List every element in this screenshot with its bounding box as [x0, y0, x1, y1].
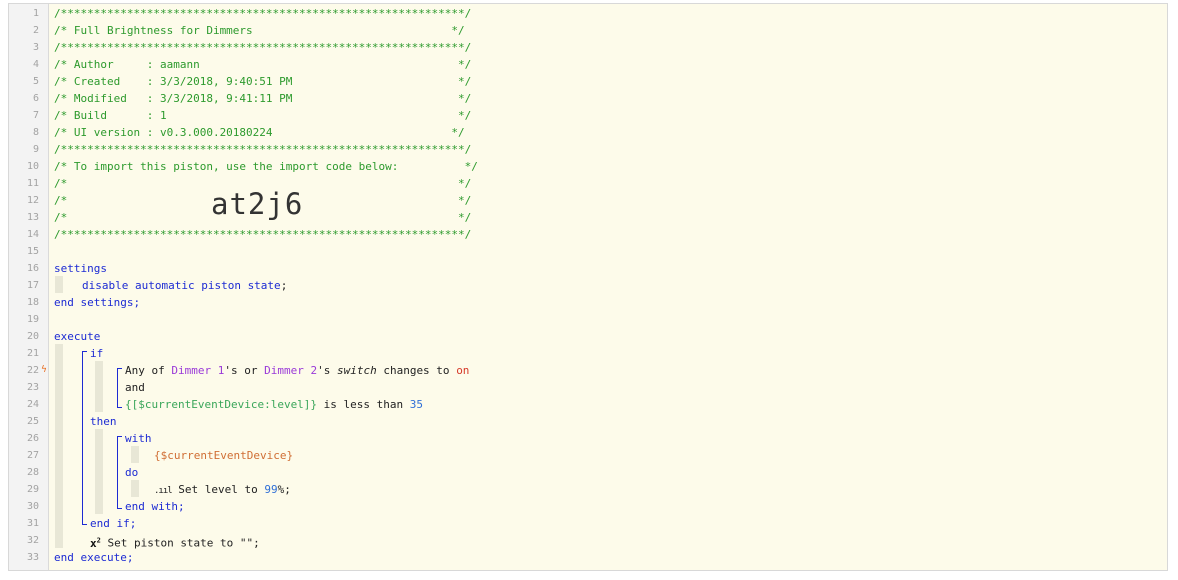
line-number: 31: [26, 518, 39, 529]
and-operator[interactable]: and: [125, 379, 145, 396]
disable-state-keyword: disable automatic piston state: [82, 279, 281, 292]
if-block-bracket: [82, 351, 83, 525]
if-block-bracket-top: [82, 351, 87, 352]
attribute-switch: switch: [336, 364, 377, 377]
if-keyword[interactable]: if: [90, 345, 103, 362]
header-title: /* Full Brightness for Dimmers */: [54, 24, 465, 37]
line-number: 12: [26, 195, 39, 206]
condition-switch-changes[interactable]: Any of Dimmer 1's or Dimmer 2's switch c…: [125, 362, 469, 379]
indent-guide-do: [131, 480, 139, 497]
if-block-bracket-bottom: [82, 524, 87, 525]
x2-icon-base: x: [90, 536, 97, 550]
header-import-instructions: /* To import this piston, use the import…: [54, 160, 478, 173]
line-number: 26: [26, 433, 39, 444]
header-build: /* Build : 1 */: [54, 109, 472, 122]
line-number: 4: [32, 59, 39, 70]
header-border-top: /***************************************…: [54, 7, 472, 20]
line-number: 27: [26, 450, 39, 461]
end-settings-keyword[interactable]: end settings;: [54, 294, 140, 311]
with-block-bracket-bottom: [117, 508, 122, 509]
indent-guide-settings: [55, 276, 63, 293]
condition-text-s: 's: [317, 364, 337, 377]
condition-text-changes-to: changes to: [376, 364, 457, 377]
line-number: 19: [26, 314, 39, 325]
header-border-3: /***************************************…: [54, 143, 472, 156]
then-keyword[interactable]: then: [90, 413, 117, 430]
condition-level-less-than[interactable]: {[$currentEventDevice:level]} is less th…: [125, 396, 423, 413]
condition-bracket-top: [117, 368, 122, 369]
code-editor: 1 2 3 4 5 6 7 8 9 10 11 12 13 14 15 16 17 18 19 20 21 22 23 24 2…: [8, 3, 1168, 571]
header-modified: /* Modified : 3/3/2018, 9:41:11 PM */: [54, 92, 472, 105]
set-level-statement[interactable]: .ııl Set level to 99%;: [154, 481, 291, 498]
value-99: 99: [264, 483, 278, 496]
set-piston-state-statement[interactable]: x2 Set piston state to "";: [90, 532, 260, 550]
condition-text-less-than: is less than: [317, 398, 410, 411]
line-number: 28: [26, 467, 39, 478]
header-ui-version: /* UI version : v0.3.000.20180224 */: [54, 126, 465, 139]
line-number: 23: [26, 382, 39, 393]
condition-text-any-of: Any of: [125, 364, 172, 377]
settings-disable-statement[interactable]: disable automatic piston state;: [82, 277, 287, 294]
line-number: 16: [26, 263, 39, 274]
line-number: 33: [26, 552, 39, 563]
line-number: 24: [26, 399, 39, 410]
set-piston-state-text: Set piston state to "";: [100, 536, 260, 550]
line-number: 8: [32, 127, 39, 138]
line-number: 13: [26, 212, 39, 223]
line-number: 25: [26, 416, 39, 427]
line-number: 21: [26, 348, 39, 359]
import-code[interactable]: at2j6: [211, 186, 303, 222]
with-device-expression[interactable]: {$currentEventDevice}: [154, 447, 293, 464]
line-number: 22: [26, 365, 39, 376]
line-number: 17: [26, 280, 39, 291]
with-keyword[interactable]: with: [125, 430, 152, 447]
device-dimmer-1: Dimmer 1: [171, 364, 225, 377]
line-number: 1: [32, 8, 39, 19]
line-number: 30: [26, 501, 39, 512]
header-border-2: /***************************************…: [54, 41, 472, 54]
line-number: 10: [26, 161, 39, 172]
with-block-bracket-top: [117, 436, 122, 437]
trigger-bolt-icon: ϟ: [41, 365, 47, 375]
percent-semicolon: %;: [277, 483, 291, 496]
set-level-text: Set level to: [171, 483, 265, 496]
line-number: 5: [32, 76, 39, 87]
header-author: /* Author : aamann */: [54, 58, 472, 71]
line-number: 3: [32, 42, 39, 53]
line-number: 18: [26, 297, 39, 308]
do-keyword[interactable]: do: [125, 464, 138, 481]
header-created: /* Created : 3/3/2018, 9:40:51 PM */: [54, 75, 472, 88]
with-block-bracket: [117, 436, 118, 509]
value-35: 35: [409, 398, 424, 411]
line-number: 9: [32, 144, 39, 155]
line-number: 2: [32, 25, 39, 36]
indent-guide-then: [95, 429, 103, 514]
line-number: 11: [26, 178, 39, 189]
line-number: 6: [32, 93, 39, 104]
indent-guide-with: [131, 446, 139, 463]
line-number-gutter: 1 2 3 4 5 6 7 8 9 10 11 12 13 14 15 16 17 18 19 20 21 22 23 24 2…: [9, 4, 49, 570]
end-with-keyword[interactable]: end with;: [125, 498, 185, 515]
indent-guide-if: [95, 361, 103, 412]
value-on: on: [456, 364, 470, 377]
expression-level: {[$currentEventDevice:level]}: [125, 398, 318, 411]
condition-bracket-bottom: [117, 407, 122, 408]
header-border-bottom: /***************************************…: [54, 228, 472, 241]
line-number: 7: [32, 110, 39, 121]
variable-x2-icon: x2: [90, 536, 101, 550]
execute-keyword[interactable]: execute: [54, 328, 100, 345]
indent-guide-execute: [55, 344, 63, 548]
condition-text-or: 's or: [224, 364, 265, 377]
end-execute-keyword[interactable]: end execute;: [54, 549, 133, 566]
semicolon: ;: [280, 279, 288, 292]
line-number: 29: [26, 484, 39, 495]
line-number: 14: [26, 229, 39, 240]
line-number: 15: [26, 246, 39, 257]
condition-bracket: [117, 368, 118, 408]
end-if-keyword[interactable]: end if;: [90, 515, 136, 532]
device-dimmer-2: Dimmer 2: [264, 364, 318, 377]
settings-keyword[interactable]: settings: [54, 260, 107, 277]
line-number: 32: [26, 535, 39, 546]
line-number: 20: [26, 331, 39, 342]
